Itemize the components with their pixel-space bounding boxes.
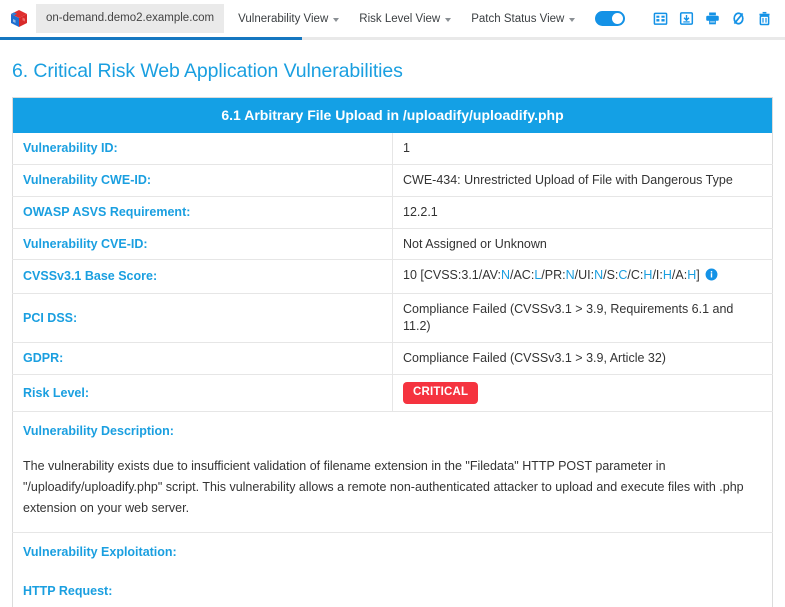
row-label-owasp-asvs: OWASP ASVS Requirement: — [13, 196, 393, 228]
row-value-pci-dss: Compliance Failed (CVSSv3.1 > 3.9, Requi… — [393, 294, 773, 343]
table-header-row: 6.1 Arbitrary File Upload in /uploadify/… — [13, 98, 773, 133]
description-heading: Vulnerability Description: — [23, 423, 762, 440]
table-row: Risk Level: CRITICAL — [13, 374, 773, 412]
description-body: The vulnerability exists due to insuffic… — [23, 456, 762, 518]
report-icon[interactable] — [653, 11, 668, 26]
tab-underline-track — [0, 37, 785, 40]
cvss-metric-value: N — [566, 268, 575, 282]
table-row: Vulnerability CWE-ID: CWE-434: Unrestric… — [13, 164, 773, 196]
row-value-vulnerability-id: 1 — [393, 133, 773, 164]
toolbar-icons — [653, 11, 777, 26]
exploitation-heading: Vulnerability Exploitation: — [23, 544, 762, 561]
active-tab-underline — [0, 37, 302, 40]
table-row: Vulnerability CVE-ID: Not Assigned or Un… — [13, 228, 773, 260]
cvss-metric-key: /PR: — [541, 268, 565, 282]
table-row: GDPR: Compliance Failed (CVSSv3.1 > 3.9,… — [13, 343, 773, 375]
vulnerability-detail-table: 6.1 Arbitrary File Upload in /uploadify/… — [12, 97, 773, 607]
row-value-owasp-asvs: 12.2.1 — [393, 196, 773, 228]
table-header-title: 6.1 Arbitrary File Upload in /uploadify/… — [13, 98, 773, 133]
info-icon[interactable] — [705, 268, 718, 286]
row-label-cvss-base-score: CVSSv3.1 Base Score: — [13, 260, 393, 294]
chevron-down-icon — [333, 18, 339, 22]
tab-vulnerability-view[interactable]: Vulnerability View — [228, 6, 349, 32]
status-badge: CRITICAL — [403, 382, 478, 405]
row-value-cwe-id: CWE-434: Unrestricted Upload of File wit… — [393, 164, 773, 196]
tab-risk-level-view-label: Risk Level View — [359, 13, 440, 25]
description-row: Vulnerability Description: The vulnerabi… — [13, 412, 773, 533]
row-label-cve-id: Vulnerability CVE-ID: — [13, 228, 393, 260]
cvss-metric-key: /AC: — [510, 268, 534, 282]
cvss-metric-key: /A: — [672, 268, 687, 282]
row-value-cve-id: Not Assigned or Unknown — [393, 228, 773, 260]
tab-patch-status-view[interactable]: Patch Status View — [461, 6, 585, 32]
cvss-metric-value: H — [687, 268, 696, 282]
cvss-metric-key: /UI: — [575, 268, 594, 282]
tab-vulnerability-view-label: Vulnerability View — [238, 13, 328, 25]
download-icon[interactable] — [679, 11, 694, 26]
cvss-vector-string: 10 [CVSS:3.1/AV:N/AC:L/PR:N/UI:N/S:C/C:H… — [403, 268, 700, 282]
chevron-down-icon — [445, 18, 451, 22]
page-title: 6. Critical Risk Web Application Vulnera… — [12, 60, 773, 83]
chevron-down-icon — [569, 18, 575, 22]
row-value-cvss-base-score: 10 [CVSS:3.1/AV:N/AC:L/PR:N/UI:N/S:C/C:H… — [393, 260, 773, 294]
cvss-metric-value: N — [501, 268, 510, 282]
row-label-vulnerability-id: Vulnerability ID: — [13, 133, 393, 164]
view-toggle[interactable] — [595, 11, 625, 26]
exploitation-row: Vulnerability Exploitation: HTTP Request… — [13, 533, 773, 607]
top-toolbar: on-demand.demo2.example.com Vulnerabilit… — [0, 0, 785, 37]
cvss-metric-key: /I: — [652, 268, 662, 282]
tab-risk-level-view[interactable]: Risk Level View — [349, 6, 461, 32]
tab-patch-status-view-label: Patch Status View — [471, 13, 564, 25]
cvss-metric-value: N — [594, 268, 603, 282]
cube-logo-icon — [8, 8, 30, 30]
nav-tabs: Vulnerability View Risk Level View Patch… — [228, 6, 625, 32]
host-chip[interactable]: on-demand.demo2.example.com — [36, 4, 224, 33]
cvss-metric-key: /C: — [627, 268, 643, 282]
delete-icon[interactable] — [757, 11, 772, 26]
report-body: 6. Critical Risk Web Application Vulnera… — [0, 60, 785, 607]
row-label-gdpr: GDPR: — [13, 343, 393, 375]
table-row: Vulnerability ID: 1 — [13, 133, 773, 164]
table-row: CVSSv3.1 Base Score: 10 [CVSS:3.1/AV:N/A… — [13, 260, 773, 294]
cvss-metric-value: H — [663, 268, 672, 282]
row-label-cwe-id: Vulnerability CWE-ID: — [13, 164, 393, 196]
table-row: PCI DSS: Compliance Failed (CVSSv3.1 > 3… — [13, 294, 773, 343]
print-icon[interactable] — [705, 11, 720, 26]
row-label-risk-level: Risk Level: — [13, 374, 393, 412]
cvss-vector-suffix: ] — [696, 268, 699, 282]
table-row: OWASP ASVS Requirement: 12.2.1 — [13, 196, 773, 228]
cvss-metric-key: /S: — [603, 268, 618, 282]
link-icon[interactable] — [731, 11, 746, 26]
http-request-heading: HTTP Request: — [23, 583, 762, 600]
cvss-metric-key: 10 [CVSS:3.1/AV: — [403, 268, 501, 282]
row-label-pci-dss: PCI DSS: — [13, 294, 393, 343]
row-value-gdpr: Compliance Failed (CVSSv3.1 > 3.9, Artic… — [393, 343, 773, 375]
